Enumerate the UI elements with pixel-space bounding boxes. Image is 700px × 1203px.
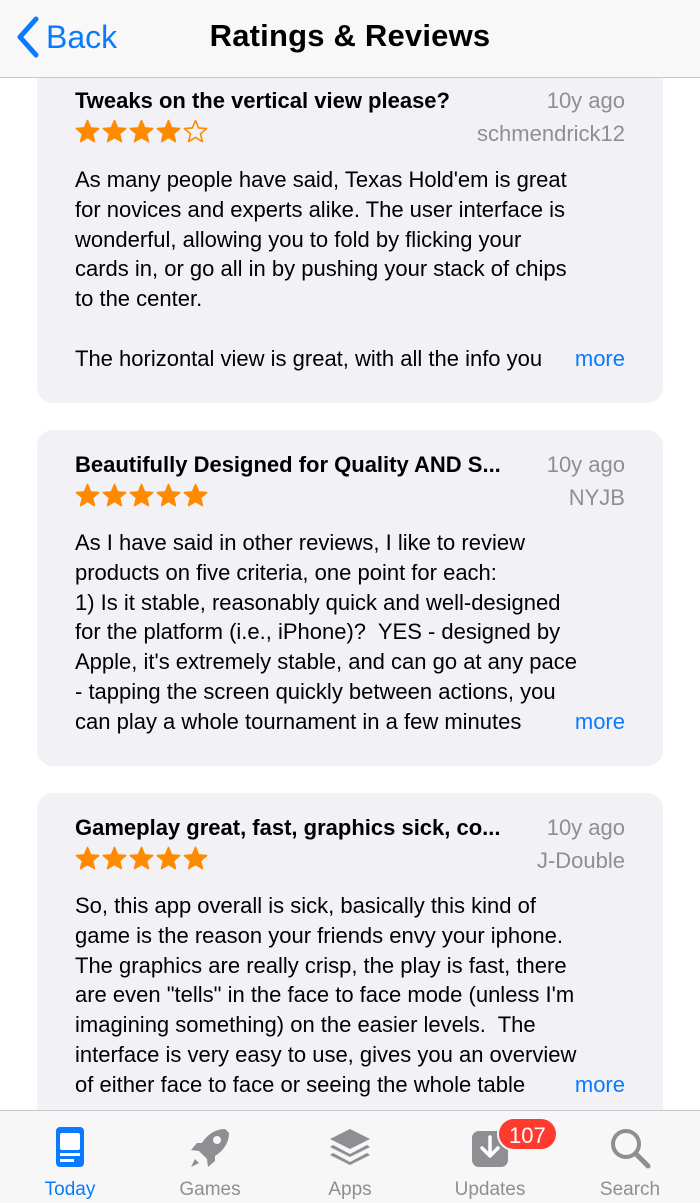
star-filled-icon: [156, 846, 181, 870]
star-filled-icon: [75, 846, 100, 870]
more-link[interactable]: more: [575, 346, 625, 372]
review-title: Gameplay great, fast, graphics sick, co.…: [75, 815, 501, 840]
star-rating: [75, 119, 208, 145]
review-card[interactable]: Gameplay great, fast, graphics sick, co.…: [37, 793, 663, 1133]
more-container: more: [540, 344, 625, 374]
tab-label: Search: [599, 1179, 661, 1200]
navigation-bar: Back Ratings & Reviews: [0, 0, 700, 78]
tab-apps[interactable]: Apps: [280, 1111, 420, 1203]
review-date: 10y ago: [546, 815, 625, 840]
tab-bar: Today Games Apps Updates Search: [0, 1110, 700, 1203]
star-filled-icon: [102, 846, 127, 870]
review-title: Beautifully Designed for Quality AND S..…: [75, 452, 501, 477]
star-filled-icon: [156, 119, 181, 143]
star-filled-icon: [102, 483, 127, 507]
star-filled-icon: [129, 846, 154, 870]
star-filled-icon: [129, 119, 154, 143]
star-empty-icon: [183, 119, 208, 143]
star-filled-icon: [102, 119, 127, 143]
rocket-icon: [191, 1129, 229, 1167]
review-author: schmendrick12: [477, 121, 625, 146]
review-body: As many people have said, Texas Hold'em …: [75, 167, 567, 371]
ratings-reviews-screen: Back Ratings & Reviews Tweaks on the ver…: [0, 0, 700, 1203]
tab-label: Games: [179, 1179, 241, 1200]
updates-badge: 107: [497, 1117, 558, 1151]
star-filled-icon: [183, 483, 208, 507]
tab-games[interactable]: Games: [140, 1111, 280, 1203]
more-link[interactable]: more: [575, 709, 625, 735]
layers-icon: [330, 1129, 370, 1165]
review-card[interactable]: Tweaks on the vertical view please? 10y …: [37, 58, 663, 403]
star-rating: [75, 846, 208, 872]
star-filled-icon: [156, 483, 181, 507]
review-date: 10y ago: [546, 452, 625, 477]
star-filled-icon: [75, 483, 100, 507]
more-container: more: [540, 707, 625, 737]
page-title: Ratings & Reviews: [209, 18, 491, 53]
star-filled-icon: [75, 119, 100, 143]
tab-label: Apps: [328, 1179, 372, 1200]
search-icon: [611, 1129, 651, 1169]
star-filled-icon: [129, 483, 154, 507]
review-date: 10y ago: [546, 88, 625, 113]
review-author: J-Double: [536, 848, 625, 873]
tab-search[interactable]: Search: [560, 1111, 700, 1203]
tab-today[interactable]: Today: [0, 1111, 140, 1203]
more-container: more: [540, 1070, 625, 1100]
review-author: NYJB: [568, 485, 625, 510]
review-card[interactable]: Beautifully Designed for Quality AND S..…: [37, 430, 663, 766]
review-title: Tweaks on the vertical view please?: [75, 88, 450, 113]
tab-label: Updates: [454, 1179, 526, 1200]
more-link[interactable]: more: [575, 1072, 625, 1098]
tab-label: Today: [44, 1179, 96, 1200]
star-rating: [75, 483, 208, 509]
star-filled-icon: [183, 846, 208, 870]
today-icon: [56, 1127, 84, 1167]
